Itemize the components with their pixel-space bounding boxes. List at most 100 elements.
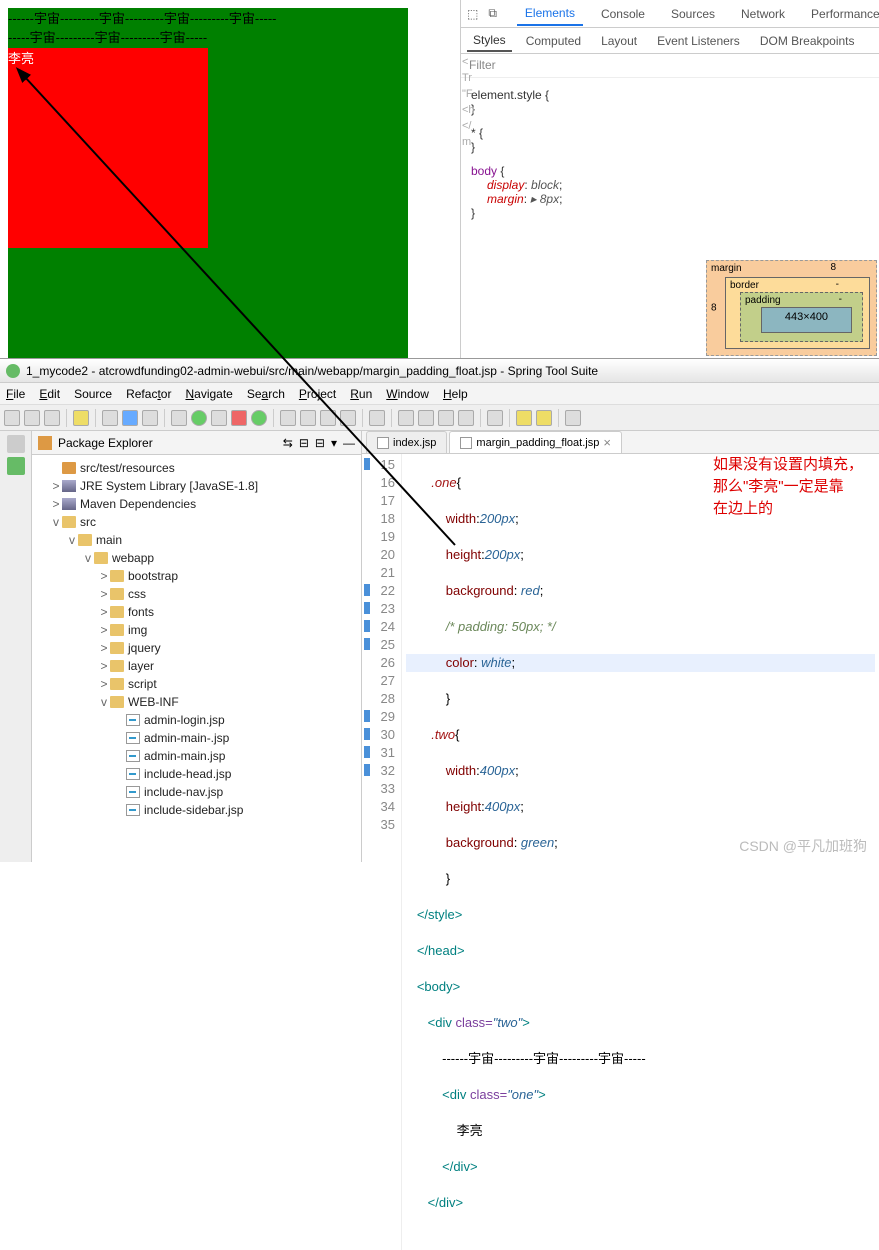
new-icon[interactable]: [4, 410, 20, 426]
tree-item[interactable]: >layer: [34, 657, 359, 675]
trim-icon[interactable]: [7, 435, 25, 453]
tree-item[interactable]: include-sidebar.jsp: [34, 801, 359, 819]
tool-icon[interactable]: [73, 410, 89, 426]
tool-icon[interactable]: [122, 410, 138, 426]
tree-item[interactable]: >JRE System Library [JavaSE-1.8]: [34, 477, 359, 495]
device-icon[interactable]: ⧉: [488, 6, 497, 21]
menu-file[interactable]: File: [6, 387, 25, 401]
jsp-icon: [460, 437, 472, 449]
tree-item[interactable]: >script: [34, 675, 359, 693]
tool-icon[interactable]: [142, 410, 158, 426]
bm-border: border - padding - 443×400: [725, 277, 870, 349]
save-icon[interactable]: [24, 410, 40, 426]
tab-performance[interactable]: Performance: [803, 3, 879, 25]
browser-preview: ------宇宙---------宇宙---------宇宙---------宇…: [0, 0, 420, 358]
bm-border-val: -: [836, 279, 839, 290]
subtab-event-listeners[interactable]: Event Listeners: [651, 31, 746, 51]
link-icon[interactable]: ⇆: [283, 436, 293, 450]
collapse-icon[interactable]: ⊟: [315, 436, 325, 450]
menu-window[interactable]: Window: [386, 387, 429, 401]
tool-icon[interactable]: [211, 410, 227, 426]
rule-selector: element.style {: [471, 88, 869, 102]
tree-item[interactable]: vWEB-INF: [34, 693, 359, 711]
menu-edit[interactable]: Edit: [39, 387, 60, 401]
min-icon[interactable]: —: [343, 436, 355, 450]
menu-search[interactable]: Search: [247, 387, 285, 401]
rule-element-style[interactable]: element.style { }: [471, 88, 869, 116]
tree-item[interactable]: src/test/resources: [34, 459, 359, 477]
tree-item[interactable]: >jquery: [34, 639, 359, 657]
stop-icon[interactable]: [231, 410, 247, 426]
tab-console[interactable]: Console: [593, 3, 653, 25]
tool-icon[interactable]: [340, 410, 356, 426]
tree-item[interactable]: >fonts: [34, 603, 359, 621]
back-icon[interactable]: [516, 410, 532, 426]
trim-icon[interactable]: [7, 457, 25, 475]
tool-icon[interactable]: [300, 410, 316, 426]
menu-navigate[interactable]: Navigate: [185, 387, 232, 401]
save-all-icon[interactable]: [44, 410, 60, 426]
tree-item[interactable]: admin-main-.jsp: [34, 729, 359, 747]
tool-icon[interactable]: [565, 410, 581, 426]
forward-icon[interactable]: [536, 410, 552, 426]
menu-icon[interactable]: ▾: [331, 436, 337, 450]
menu-run[interactable]: Run: [350, 387, 372, 401]
run-icon[interactable]: [251, 410, 267, 426]
styles-filter[interactable]: Filter: [461, 54, 879, 78]
styles-rules: element.style { } * { } body { display: …: [461, 78, 879, 236]
devtools-panel: ⬚ ⧉ Elements Console Sources Network Per…: [460, 0, 879, 358]
css-prop: margin: [487, 192, 524, 206]
inspect-icon[interactable]: ⬚: [467, 7, 478, 21]
rule-close: }: [471, 140, 869, 154]
subtab-dom-breakpoints[interactable]: DOM Breakpoints: [754, 31, 861, 51]
tree-item[interactable]: >css: [34, 585, 359, 603]
package-explorer: Package Explorer ⇆ ⊟ ⊟ ▾ — src/test/reso…: [32, 431, 362, 862]
menu-help[interactable]: Help: [443, 387, 468, 401]
tree-item[interactable]: >bootstrap: [34, 567, 359, 585]
tree-item[interactable]: >img: [34, 621, 359, 639]
tab-elements[interactable]: Elements: [517, 2, 583, 26]
tool-icon[interactable]: [320, 410, 336, 426]
tab-index-jsp[interactable]: index.jsp: [366, 431, 447, 453]
tab-margin-padding-float-jsp[interactable]: margin_padding_float.jsp ×: [449, 431, 622, 453]
tree-item[interactable]: admin-main.jsp: [34, 747, 359, 765]
tree-item[interactable]: include-head.jsp: [34, 765, 359, 783]
tool-icon[interactable]: [280, 410, 296, 426]
tab-network[interactable]: Network: [733, 3, 793, 25]
tree-item[interactable]: >Maven Dependencies: [34, 495, 359, 513]
tool-icon[interactable]: [438, 410, 454, 426]
debug-icon[interactable]: [171, 410, 187, 426]
menu-project[interactable]: Project: [299, 387, 336, 401]
explorer-tree[interactable]: src/test/resources>JRE System Library [J…: [32, 455, 361, 823]
subtab-styles[interactable]: Styles: [467, 30, 512, 52]
tool-icon[interactable]: [418, 410, 434, 426]
tree-item[interactable]: vsrc: [34, 513, 359, 531]
explorer-title: Package Explorer: [58, 436, 153, 450]
tree-item[interactable]: vwebapp: [34, 549, 359, 567]
tool-icon[interactable]: [398, 410, 414, 426]
tool-icon[interactable]: [102, 410, 118, 426]
rule-selector: * {: [471, 126, 869, 140]
rule-star[interactable]: * { }: [471, 126, 869, 154]
eclipse-body: Package Explorer ⇆ ⊟ ⊟ ▾ — src/test/reso…: [0, 431, 879, 862]
window-title: 1_mycode2 - atcrowdfunding02-admin-webui…: [26, 364, 598, 378]
close-icon[interactable]: ×: [603, 435, 611, 450]
tool-icon[interactable]: [487, 410, 503, 426]
tab-sources[interactable]: Sources: [663, 3, 723, 25]
run-icon[interactable]: [191, 410, 207, 426]
subtab-computed[interactable]: Computed: [520, 31, 587, 51]
focus-icon[interactable]: ⊟: [299, 436, 309, 450]
tool-icon[interactable]: [369, 410, 385, 426]
tool-icon[interactable]: [458, 410, 474, 426]
tree-item[interactable]: include-nav.jsp: [34, 783, 359, 801]
line-gutter: 1516171819202122232425262728293031323334…: [362, 454, 402, 1250]
rule-body[interactable]: body { display: block; margin: ▸ 8px; }: [471, 164, 869, 220]
window-title-bar: 1_mycode2 - atcrowdfunding02-admin-webui…: [0, 359, 879, 383]
subtab-layout[interactable]: Layout: [595, 31, 643, 51]
menu-refactor[interactable]: Refactor: [126, 387, 171, 401]
menu-source[interactable]: Source: [74, 387, 112, 401]
tree-item[interactable]: vmain: [34, 531, 359, 549]
tree-item[interactable]: admin-login.jsp: [34, 711, 359, 729]
devtools-elements-gutter: < Tr "F <h </ m: [462, 54, 486, 150]
editor-area: index.jsp margin_padding_float.jsp × 151…: [362, 431, 879, 862]
